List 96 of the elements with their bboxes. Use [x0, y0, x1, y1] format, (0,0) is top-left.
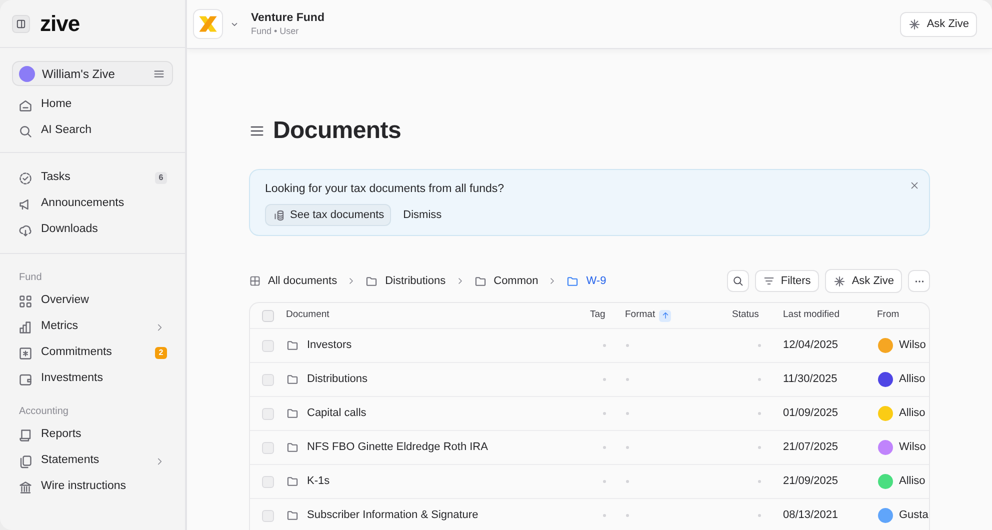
search-icon [732, 275, 744, 287]
document-name[interactable]: K-1s [307, 473, 330, 490]
modified-date: 01/09/2025 [783, 406, 840, 422]
breadcrumb-link[interactable]: W-9 [566, 271, 606, 291]
sidebar-item[interactable]: AI Search [12, 118, 173, 144]
wallet-icon [18, 372, 33, 386]
row-checkbox[interactable] [262, 340, 274, 352]
document-name[interactable]: Subscriber Information & Signature [307, 507, 478, 524]
sidebar-item[interactable]: Home [12, 92, 173, 118]
sidebar-item[interactable]: Statements [12, 448, 173, 474]
folder-icon [286, 407, 299, 420]
grid-icon [249, 275, 261, 287]
folder-icon [286, 509, 299, 522]
workspace-switcher[interactable]: William's Zive [12, 61, 173, 86]
more-options-button[interactable] [908, 270, 930, 292]
sidebar-item[interactable]: Wire instructions [12, 474, 173, 500]
section-heading: Fund [18, 270, 43, 284]
row-checkbox[interactable] [262, 408, 274, 420]
sidebar-item[interactable]: Announcements [12, 191, 173, 217]
sidebar-item[interactable]: Tasks 6 [12, 165, 173, 191]
sidebar-panel-icon [15, 18, 27, 30]
banner-message: Looking for your tax documents from all funds? [265, 182, 506, 197]
sender-name: Alliso [899, 474, 926, 490]
sender-name: Alliso [899, 372, 926, 388]
document-name[interactable]: Capital calls [307, 405, 366, 422]
sidebar-item[interactable]: Downloads [12, 217, 173, 243]
sender-name: Wilso [899, 440, 926, 456]
folder-icon [566, 274, 580, 288]
search-icon [18, 124, 33, 138]
see-tax-documents-button[interactable]: See tax documents [265, 204, 392, 226]
section-heading: Accounting [18, 404, 70, 418]
sidebar-item[interactable]: Commitments 2 [12, 340, 173, 366]
grid-icon [18, 294, 33, 308]
search-button[interactable] [726, 270, 749, 292]
avatar [19, 66, 35, 82]
row-checkbox[interactable] [262, 476, 274, 488]
home-icon [18, 98, 33, 112]
sender-name: Gusta [899, 508, 928, 524]
folder-icon [286, 475, 299, 488]
sidebar-item[interactable]: Metrics [12, 314, 173, 340]
ask-zive-button[interactable]: Ask Zive [824, 269, 902, 293]
sparkle-icon [832, 274, 846, 288]
bar-chart-icon [18, 320, 33, 334]
document-name[interactable]: Distributions [307, 371, 368, 388]
cloud-download-icon [18, 222, 33, 238]
sidebar-item[interactable]: Investments [12, 366, 173, 392]
column-header[interactable]: Document [286, 308, 330, 323]
folder-icon [286, 441, 299, 454]
dismiss-button[interactable]: Dismiss [397, 204, 448, 226]
filters-button[interactable]: Filters [754, 270, 819, 292]
modified-date: 08/13/2021 [783, 508, 840, 524]
page-title: Documents [273, 116, 401, 146]
folder-icon [365, 274, 378, 288]
sender-name: Alliso [899, 406, 926, 422]
select-all-checkbox[interactable] [262, 310, 274, 322]
folder-icon [474, 274, 487, 288]
column-header[interactable]: Last modified [783, 308, 840, 323]
sparkle-icon [908, 18, 921, 30]
modified-date: 21/09/2025 [783, 474, 840, 490]
column-header[interactable]: From [877, 308, 900, 323]
folder-icon [286, 339, 299, 352]
count-badge: 6 [155, 172, 167, 184]
close-icon [908, 180, 920, 190]
row-checkbox[interactable] [262, 510, 274, 522]
breadcrumb-link[interactable]: Common [474, 271, 538, 291]
count-badge: 2 [155, 347, 167, 359]
column-header[interactable]: Tag [590, 308, 606, 323]
row-checkbox[interactable] [262, 374, 274, 386]
sender-name: Wilso [899, 338, 926, 354]
coins-icon [272, 208, 285, 222]
column-header[interactable]: Status [732, 308, 759, 323]
sidebar-item[interactable]: Overview [12, 288, 173, 314]
fund-name: Venture Fund [251, 11, 326, 25]
sidebar-toggle-button[interactable] [12, 14, 30, 32]
asterisk-square-icon [18, 346, 33, 360]
breadcrumb-link[interactable]: Distributions [365, 271, 446, 291]
breadcrumb-link[interactable]: All documents [249, 271, 338, 291]
sort-ascending-icon[interactable] [659, 310, 672, 322]
fund-logo [193, 9, 223, 39]
receipt-icon [18, 428, 33, 442]
dashed-check-circle-icon [18, 170, 33, 186]
document-name[interactable]: Investors [307, 337, 352, 354]
modified-date: 12/04/2025 [783, 338, 840, 354]
modified-date: 21/07/2025 [783, 440, 840, 456]
row-checkbox[interactable] [262, 442, 274, 454]
document-name[interactable]: NFS FBO Ginette Eldredge Roth IRA [307, 439, 488, 456]
column-header[interactable]: Format [625, 308, 656, 323]
documents-icon [18, 454, 33, 468]
folder-icon [286, 373, 299, 386]
fund-subtitle: Fund • User [251, 25, 300, 37]
sidebar-item[interactable]: Reports [12, 422, 173, 448]
ask-zive-button[interactable]: Ask Zive [900, 12, 977, 36]
bank-icon [18, 480, 33, 494]
modified-date: 11/30/2025 [783, 372, 838, 388]
app-logo: zive [40, 10, 80, 38]
filter-lines-icon [762, 275, 775, 287]
